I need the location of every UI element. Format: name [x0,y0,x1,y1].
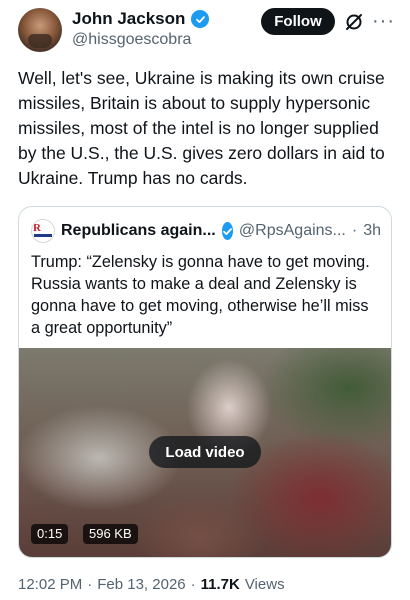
more-options-icon[interactable]: ··· [372,10,395,33]
quoted-tweet-text: Trump: “Zelensky is gonna have to get mo… [31,253,370,337]
follow-button[interactable]: Follow [261,8,335,35]
quoted-author-handle[interactable]: @RpsAgains... [239,222,346,240]
quoted-verified-badge-icon [221,222,233,240]
quoted-tweet-card[interactable]: R Republicans again... @RpsAgains... · 3… [18,206,392,558]
meta-separator-2: · [190,576,196,593]
tweet-meta: 12:02 PM · Feb 13, 2026 · 11.7K Views [18,576,285,593]
author-handle[interactable]: @hissgoescobra [72,31,191,49]
quoted-tweet-header: R Republicans again... @RpsAgains... · 3… [31,219,381,243]
video-player[interactable]: Load video 0:15 596 KB [19,348,391,557]
author-avatar[interactable] [18,8,62,52]
tweet-time[interactable]: 12:02 PM [18,576,82,593]
views-count[interactable]: 11.7K [201,576,240,593]
tweet-text: Well, let's see, Ukraine is making its o… [18,68,385,188]
tweet-date[interactable]: Feb 13, 2026 [97,576,185,593]
author-name-row: John Jackson [72,9,210,29]
verified-badge-icon [191,10,210,28]
meta-separator: · [87,576,93,593]
load-video-button[interactable]: Load video [149,436,261,468]
author-display-name[interactable]: John Jackson [72,9,185,29]
quoted-author-display-name[interactable]: Republicans again... [61,222,216,240]
quoted-separator: · [351,222,358,239]
video-size-badge: 596 KB [83,524,138,544]
quoted-author-avatar[interactable]: R [31,219,55,243]
views-label: Views [244,576,285,593]
tweet-header: John Jackson @hissgoescobra Follow ··· [0,0,410,60]
video-duration-badge: 0:15 [31,524,69,544]
grok-icon[interactable] [344,12,364,32]
quoted-timestamp[interactable]: 3h [363,222,381,240]
